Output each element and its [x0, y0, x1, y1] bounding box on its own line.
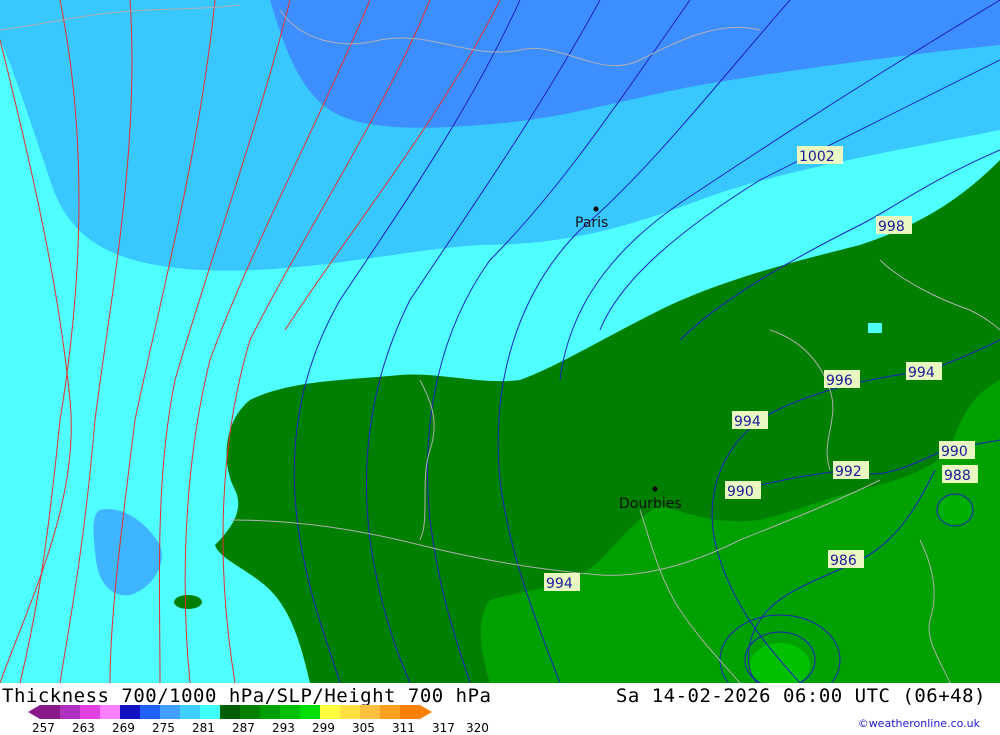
dourbies-marker: [652, 486, 658, 492]
scale-swatch: [260, 705, 280, 719]
isobar-label-988: 988: [944, 468, 971, 484]
scale-swatch: [40, 705, 60, 719]
scale-arrow-right: [420, 705, 432, 719]
scale-swatch: [200, 705, 220, 719]
scale-swatch: [360, 705, 380, 719]
paris-marker: [593, 206, 599, 212]
weather-map: Paris Dourbies 1002 998 996 994 994 994 …: [0, 0, 1000, 683]
isobar-label-994-c: 994: [546, 576, 573, 592]
city-label-dourbies: Dourbies: [619, 496, 682, 512]
isobar-label-994-b: 994: [734, 414, 761, 430]
isobar-label-998: 998: [878, 219, 905, 235]
scale-swatch: [320, 705, 340, 719]
isobar-label-986: 986: [830, 553, 857, 569]
isobar-label-994-a: 994: [908, 365, 935, 381]
scale-swatch: [240, 705, 260, 719]
islet: [174, 595, 202, 609]
scale-swatch: [220, 705, 240, 719]
scale-swatch: [300, 705, 320, 719]
scale-swatch: [80, 705, 100, 719]
color-scale-swatches: [28, 705, 432, 719]
map-title: Thickness 700/1000 hPa/SLP/Height 700 hP…: [2, 685, 492, 707]
credit-link[interactable]: ©weatheronline.co.uk: [858, 717, 980, 730]
city-label-paris: Paris: [575, 215, 608, 231]
lake: [868, 323, 882, 333]
scale-swatch: [140, 705, 160, 719]
scale-swatch: [180, 705, 200, 719]
isobar-label-990-b: 990: [941, 444, 968, 460]
scale-swatch: [280, 705, 300, 719]
scale-swatch: [120, 705, 140, 719]
isobar-label-992: 992: [835, 464, 862, 480]
scale-swatch: [340, 705, 360, 719]
scale-arrow-left: [28, 705, 40, 719]
isobar-label-990-a: 990: [727, 484, 754, 500]
scale-swatch: [380, 705, 400, 719]
thickness-zone-bright-green-2: [939, 496, 971, 524]
scale-swatch: [100, 705, 120, 719]
scale-swatch: [160, 705, 180, 719]
scale-swatch: [60, 705, 80, 719]
color-scale: 257 263 269 275 281 287 293 299 305 311 317 320: [28, 705, 489, 735]
scale-swatch: [400, 705, 420, 719]
isobar-label-1002: 1002: [799, 149, 835, 165]
isobar-label-996: 996: [826, 373, 853, 389]
map-footer: Thickness 700/1000 hPa/SLP/Height 700 hP…: [0, 683, 1000, 735]
map-timestamp: Sa 14-02-2026 06:00 UTC (06+48): [615, 685, 986, 707]
